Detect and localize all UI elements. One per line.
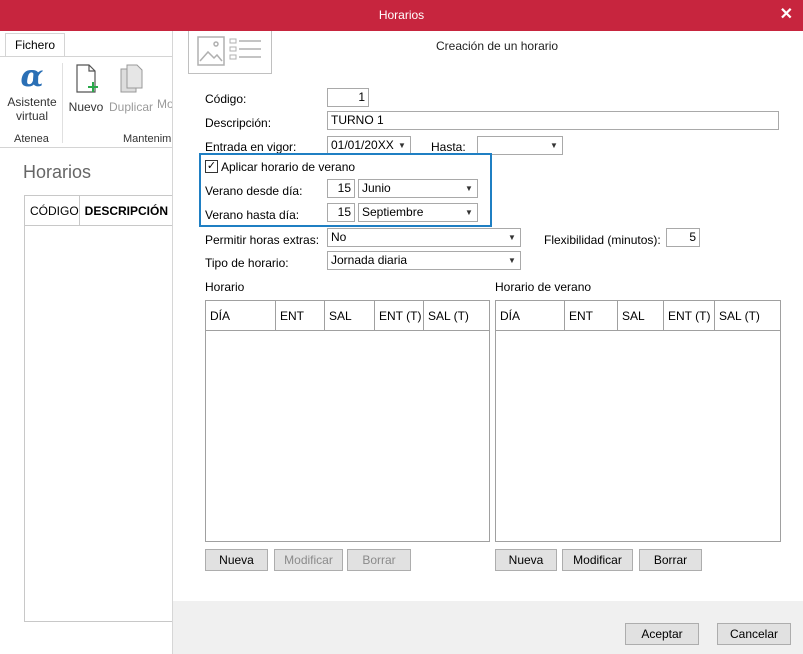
ribbon-tab-divider bbox=[0, 56, 173, 57]
verano-hasta-label: Verano hasta día: bbox=[205, 208, 300, 222]
duplicar-label: Duplicar bbox=[108, 100, 153, 114]
entrada-vigor-value: 01/01/20XX bbox=[331, 138, 394, 152]
table-header: CÓDIGO DESCRIPCIÓN bbox=[25, 196, 172, 226]
descripcion-input[interactable]: TURNO 1 bbox=[327, 111, 779, 130]
verano-hasta-mes-value: Septiembre bbox=[362, 205, 424, 219]
horario-borrar-button[interactable]: Borrar bbox=[347, 549, 411, 571]
grid-col-ent-t[interactable]: ENT (T) bbox=[664, 301, 715, 330]
column-header-codigo[interactable]: CÓDIGO bbox=[25, 196, 79, 225]
left-panel: Horarios CÓDIGO DESCRIPCIÓN bbox=[0, 149, 173, 654]
grid-col-dia[interactable]: DÍA bbox=[206, 301, 276, 330]
creacion-horario-dialog: Creación de un horario Código: 1 Descrip… bbox=[172, 31, 803, 654]
cancelar-button[interactable]: Cancelar bbox=[717, 623, 791, 645]
window-title: Horarios bbox=[378, 8, 425, 22]
form-icon bbox=[188, 31, 272, 74]
grid-col-sal-t[interactable]: SAL (T) bbox=[424, 301, 489, 330]
verano-hasta-mes-select[interactable]: Septiembre ▼ bbox=[358, 203, 478, 222]
aplicar-verano-checkbox[interactable]: ✓ bbox=[205, 160, 218, 173]
chevron-down-icon[interactable]: ▼ bbox=[461, 204, 477, 221]
grid-col-ent-t[interactable]: ENT (T) bbox=[375, 301, 424, 330]
grid-col-sal[interactable]: SAL bbox=[325, 301, 375, 330]
column-header-descripcion[interactable]: DESCRIPCIÓN bbox=[78, 196, 172, 225]
horario-verano-section-label: Horario de verano bbox=[495, 280, 592, 294]
codigo-input[interactable]: 1 bbox=[327, 88, 369, 107]
nuevo-button[interactable]: Nuevo bbox=[66, 63, 106, 114]
duplicate-icon bbox=[120, 64, 143, 93]
nuevo-label: Nuevo bbox=[68, 100, 104, 114]
horario-grid[interactable]: DÍA ENT SAL ENT (T) SAL (T) bbox=[205, 300, 490, 542]
chevron-down-icon[interactable]: ▼ bbox=[546, 137, 562, 154]
window-title-bar: Horarios ✕ bbox=[0, 0, 803, 31]
verano-desde-label: Verano desde día: bbox=[205, 184, 303, 198]
group-mantenimiento-label: Mantenim bbox=[123, 133, 172, 145]
flexibilidad-label: Flexibilidad (minutos): bbox=[544, 233, 661, 247]
chevron-down-icon[interactable]: ▼ bbox=[504, 229, 520, 246]
grid-col-ent[interactable]: ENT bbox=[276, 301, 325, 330]
horas-extras-label: Permitir horas extras: bbox=[205, 233, 320, 247]
horarios-table[interactable]: CÓDIGO DESCRIPCIÓN bbox=[24, 195, 173, 622]
hasta-label: Hasta: bbox=[431, 140, 466, 154]
chevron-down-icon[interactable]: ▼ bbox=[504, 252, 520, 269]
ribbon: Fichero α Asistente virtual Atenea Nuevo… bbox=[0, 31, 173, 148]
new-document-icon bbox=[76, 64, 98, 93]
dialog-heading: Creación de un horario bbox=[436, 39, 559, 53]
descripcion-label: Descripción: bbox=[205, 116, 272, 130]
duplicar-button[interactable]: Duplicar bbox=[108, 63, 154, 114]
horas-extras-value: No bbox=[331, 230, 347, 244]
grid-col-sal[interactable]: SAL bbox=[618, 301, 664, 330]
tipo-horario-value: Jornada diaria bbox=[331, 253, 408, 267]
verano-borrar-button[interactable]: Borrar bbox=[639, 549, 702, 571]
verano-nueva-button[interactable]: Nueva bbox=[495, 549, 557, 571]
verano-modificar-button[interactable]: Modificar bbox=[562, 549, 633, 571]
codigo-label: Código: bbox=[205, 92, 247, 106]
tipo-horario-label: Tipo de horario: bbox=[205, 256, 289, 270]
horas-extras-select[interactable]: No ▼ bbox=[327, 228, 521, 247]
horario-modificar-button[interactable]: Modificar bbox=[274, 549, 343, 571]
close-icon[interactable]: ✕ bbox=[780, 4, 793, 24]
entrada-vigor-label: Entrada en vigor: bbox=[205, 140, 297, 154]
chevron-down-icon[interactable]: ▼ bbox=[394, 137, 410, 154]
asistente-label-line2: virtual bbox=[15, 109, 48, 123]
aceptar-button[interactable]: Aceptar bbox=[625, 623, 699, 645]
tipo-horario-select[interactable]: Jornada diaria ▼ bbox=[327, 251, 521, 270]
flexibilidad-input[interactable]: 5 bbox=[666, 228, 700, 247]
verano-desde-mes-value: Junio bbox=[362, 181, 391, 195]
tab-fichero[interactable]: Fichero bbox=[5, 33, 65, 57]
horario-nueva-button[interactable]: Nueva bbox=[205, 549, 268, 571]
asistente-label-line1: Asistente bbox=[7, 95, 57, 109]
horario-section-label: Horario bbox=[205, 280, 245, 294]
horario-grid-header: DÍA ENT SAL ENT (T) SAL (T) bbox=[206, 301, 489, 331]
group-separator bbox=[62, 63, 63, 143]
grid-col-sal-t[interactable]: SAL (T) bbox=[715, 301, 780, 330]
chevron-down-icon[interactable]: ▼ bbox=[461, 180, 477, 197]
verano-desde-mes-select[interactable]: Junio ▼ bbox=[358, 179, 478, 198]
grid-col-dia[interactable]: DÍA bbox=[496, 301, 565, 330]
horario-verano-grid[interactable]: DÍA ENT SAL ENT (T) SAL (T) bbox=[495, 300, 781, 542]
asistente-virtual-button[interactable]: α Asistente virtual bbox=[6, 59, 58, 124]
alpha-icon: α bbox=[20, 59, 44, 94]
modificar-ribbon-button[interactable]: Mo bbox=[157, 97, 173, 111]
group-atenea-label: Atenea bbox=[14, 133, 49, 145]
verano-desde-dia-input[interactable]: 15 bbox=[327, 179, 355, 198]
aplicar-verano-label[interactable]: Aplicar horario de verano bbox=[221, 160, 355, 174]
dialog-footer: Aceptar Cancelar bbox=[173, 601, 803, 654]
horario-verano-grid-header: DÍA ENT SAL ENT (T) SAL (T) bbox=[496, 301, 780, 331]
grid-col-ent[interactable]: ENT bbox=[565, 301, 618, 330]
panel-title: Horarios bbox=[23, 162, 92, 182]
verano-hasta-dia-input[interactable]: 15 bbox=[327, 203, 355, 222]
